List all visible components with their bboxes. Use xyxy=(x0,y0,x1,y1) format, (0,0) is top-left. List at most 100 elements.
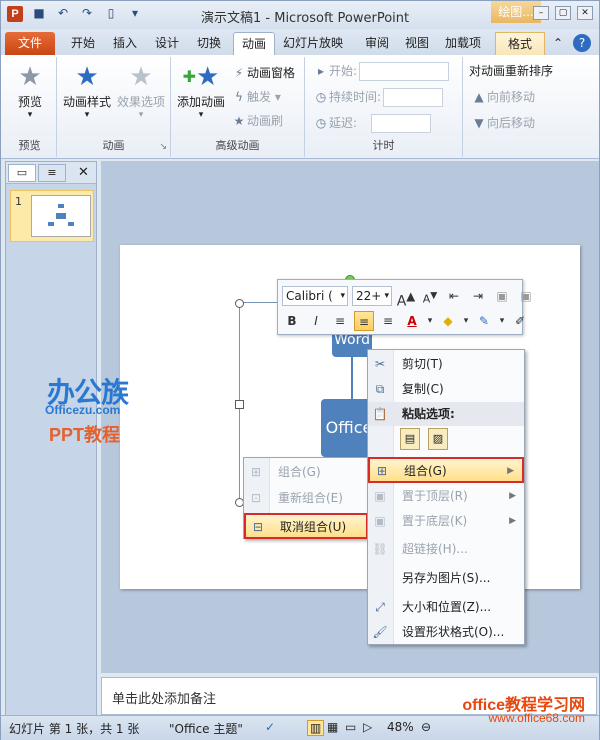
slideshow-view-icon[interactable]: ▷ xyxy=(363,720,372,734)
qat-dropdown-icon[interactable]: ▾ xyxy=(127,6,143,20)
title-bar: P ■ ↶ ↷ ▯ ▾ 演示文稿1 - Microsoft PowerPoint… xyxy=(1,1,599,29)
help-icon[interactable]: ? xyxy=(573,34,591,52)
menu-item-size-position[interactable]: ⤢ 大小和位置(Z)... xyxy=(368,595,524,619)
bold-icon[interactable]: B xyxy=(282,311,302,331)
italic-icon[interactable]: I xyxy=(306,311,326,331)
menu-item-group[interactable]: ⊞ 组合(G) ▶ xyxy=(368,457,524,483)
submenu-item-group[interactable]: ⊞ 组合(G) xyxy=(244,460,368,484)
reading-view-icon[interactable]: ▭ xyxy=(345,720,356,734)
menu-item-save-picture[interactable]: 另存为图片(S)... xyxy=(368,566,524,590)
start-control: ▸ 开始: xyxy=(313,61,450,81)
trigger-button[interactable]: ϟ 触发 ▾ xyxy=(231,87,281,107)
animation-painter-button[interactable]: ★ 动画刷 xyxy=(231,111,283,131)
send-backward-icon[interactable]: ▣ xyxy=(516,286,536,306)
menu-item-format-shape[interactable]: 🖌 设置形状格式(O)... xyxy=(368,620,524,644)
move-earlier-button[interactable]: ▲ 向前移动 xyxy=(471,87,535,107)
copy-icon: ⧉ xyxy=(375,382,385,396)
animation-styles-button[interactable]: ★ 动画样式 ▾ xyxy=(59,61,115,120)
add-star-icon: ✚★ xyxy=(182,62,220,92)
menu-item-hyperlink[interactable]: ⛓ 超链接(H)... xyxy=(368,537,524,561)
outline-tab-icon[interactable]: ≡ xyxy=(38,164,66,182)
context-menu: ✂ 剪切(T) ⧉ 复制(C) 📋 粘贴选项: ▤ ▨ ⊞ 组合(G) ▶ ▣ 置于顶层(R… xyxy=(367,349,525,645)
animation-styles-label: 动画样式 xyxy=(62,95,111,109)
submenu-item-regroup-label: 重新组合(E) xyxy=(278,491,343,505)
resize-handle[interactable] xyxy=(235,299,244,308)
paste-picture-icon[interactable]: ▨ xyxy=(428,428,448,450)
bring-forward-icon[interactable]: ▣ xyxy=(492,286,512,306)
zoom-out-icon[interactable]: ⊖ xyxy=(421,720,431,734)
duration-input[interactable] xyxy=(383,88,444,107)
font-name-combo[interactable]: Calibri (▾ xyxy=(282,286,348,306)
normal-view-icon[interactable]: ▥ xyxy=(307,720,325,736)
tab-view[interactable]: 视图 xyxy=(397,32,437,55)
zoom-level[interactable]: 48% xyxy=(387,720,414,734)
group-reorder: 对动画重新排序 ▲ 向前移动 ▼ 向后移动 xyxy=(463,57,597,157)
menu-item-cut[interactable]: ✂ 剪切(T) xyxy=(368,352,524,376)
slides-tab-icon[interactable]: ▭ xyxy=(8,164,36,182)
submenu-item-regroup[interactable]: ⊡ 重新组合(E) xyxy=(244,486,368,510)
chevron-down-icon[interactable]: ▾ xyxy=(426,311,434,331)
resize-handle[interactable] xyxy=(235,400,244,409)
group-timing-label: 计时 xyxy=(372,139,395,152)
menu-item-send-back[interactable]: ▣ 置于底层(K) ▶ xyxy=(368,509,524,533)
tab-file[interactable]: 文件 xyxy=(5,32,55,55)
undo-icon[interactable]: ↶ xyxy=(55,6,71,20)
decrease-indent-icon[interactable]: ⇤ xyxy=(444,286,464,306)
tab-animations[interactable]: 动画 xyxy=(233,32,276,55)
delay-input[interactable] xyxy=(371,114,432,133)
ribbon-collapse-icon[interactable]: ⌃ xyxy=(553,32,563,55)
save-icon[interactable]: ■ xyxy=(31,6,47,20)
tab-slideshow[interactable]: 幻灯片放映 xyxy=(275,32,351,55)
align-right-icon[interactable]: ≡ xyxy=(378,311,398,331)
start-select[interactable] xyxy=(359,62,450,81)
scissors-icon: ✂ xyxy=(374,357,386,371)
submenu-item-ungroup[interactable]: ⊟ 取消组合(U) xyxy=(244,513,368,539)
minimize-icon[interactable]: – xyxy=(533,6,549,20)
shrink-font-icon[interactable]: A▼ xyxy=(420,286,440,306)
send-back-icon: ▣ xyxy=(374,514,386,528)
effect-options-button[interactable]: ★ 效果选项 ▾ xyxy=(113,61,169,120)
connector-line xyxy=(351,355,353,399)
chevron-down-icon: ▾ xyxy=(138,110,144,120)
redo-icon[interactable]: ↷ xyxy=(79,6,95,20)
increase-indent-icon[interactable]: ⇥ xyxy=(468,286,488,306)
animation-pane-button[interactable]: ⚡ 动画窗格 xyxy=(231,63,295,83)
menu-item-copy[interactable]: ⧉ 复制(C) xyxy=(368,377,524,401)
chevron-down-icon[interactable]: ▾ xyxy=(498,311,506,331)
chevron-down-icon: ▾ xyxy=(384,291,389,301)
align-left-icon[interactable]: ≡ xyxy=(330,311,350,331)
format-painter-icon[interactable]: ✐ xyxy=(510,311,530,331)
tab-transitions[interactable]: 切换 xyxy=(189,32,229,55)
tab-insert[interactable]: 插入 xyxy=(105,32,145,55)
preview-button[interactable]: ★ 预览 ▾ xyxy=(3,61,57,120)
close-icon[interactable]: ✕ xyxy=(577,6,593,20)
move-later-button[interactable]: ▼ 向后移动 xyxy=(471,113,535,133)
align-center-icon[interactable]: ≡ xyxy=(354,311,374,331)
add-animation-button[interactable]: ✚★ 添加动画 ▾ xyxy=(173,61,229,120)
tab-home[interactable]: 开始 xyxy=(63,32,103,55)
fill-color-icon[interactable]: ◆ xyxy=(438,311,458,331)
paste-keep-format-icon[interactable]: ▤ xyxy=(400,428,420,450)
close-pane-icon[interactable]: ✕ xyxy=(78,165,89,180)
dialog-launcher-icon[interactable]: ↘ xyxy=(159,142,167,152)
tab-design[interactable]: 设计 xyxy=(147,32,187,55)
menu-item-bring-front-label: 置于顶层(R) xyxy=(402,489,468,503)
chevron-down-icon[interactable]: ▾ xyxy=(462,311,470,331)
new-file-icon[interactable]: ▯ xyxy=(103,6,119,20)
font-color-icon[interactable]: A xyxy=(402,311,422,331)
slide-thumbnail[interactable]: 1 xyxy=(10,190,94,242)
slide-sorter-icon[interactable]: ▦ xyxy=(327,720,338,734)
grow-font-icon[interactable]: A▲ xyxy=(396,286,416,310)
spell-check-icon[interactable]: ✓ xyxy=(265,720,275,734)
group-timing: ▸ 开始: ◷ 持续时间: ◷ 延迟: 计时 xyxy=(305,57,463,157)
outline-color-icon[interactable]: ✎ xyxy=(474,311,494,331)
tab-addins[interactable]: 加载项 xyxy=(437,32,489,55)
restore-icon[interactable]: ▢ xyxy=(555,6,571,20)
submenu-arrow-icon: ▶ xyxy=(509,491,516,501)
menu-item-bring-front[interactable]: ▣ 置于顶层(R) ▶ xyxy=(368,484,524,508)
tab-format[interactable]: 格式 xyxy=(495,32,545,55)
group-advanced-animation: ✚★ 添加动画 ▾ ⚡ 动画窗格 ϟ 触发 ▾ ★ 动画刷 高级动画 xyxy=(171,57,305,157)
font-size-combo[interactable]: 22+ ▾ xyxy=(352,286,392,306)
tab-review[interactable]: 审阅 xyxy=(357,32,397,55)
powerpoint-logo-icon[interactable]: P xyxy=(7,6,23,22)
